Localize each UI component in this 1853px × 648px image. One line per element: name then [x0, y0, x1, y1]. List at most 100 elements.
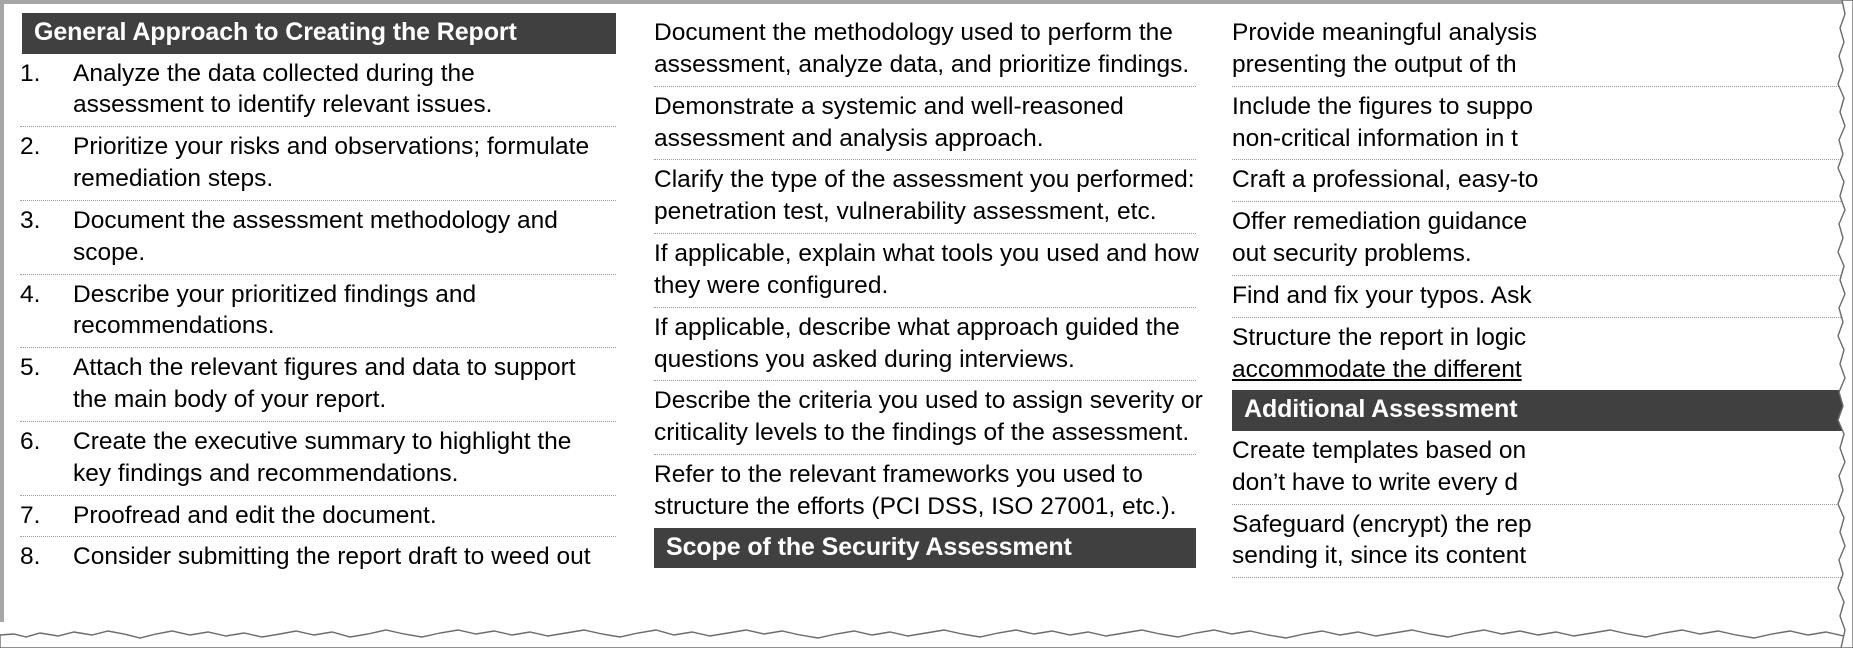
- list-item-text: Analyze the data collected during the as…: [73, 58, 616, 122]
- list-item: Offer remediation guidance out security …: [1232, 202, 1853, 276]
- list-item: 1. Analyze the data collected during the…: [20, 54, 616, 128]
- text-line: scope.: [73, 238, 146, 266]
- list-item: 5. Attach the relevant figures and data …: [20, 348, 616, 422]
- text-line: sending it, since its content: [1232, 542, 1527, 570]
- list-item: 4. Describe your prioritized findings an…: [20, 275, 616, 349]
- text-line: penetration test, vulnerability assessme…: [654, 198, 1157, 226]
- list-item-text: If applicable, explain what tools you us…: [654, 238, 1199, 302]
- list-item-text: Document the assessment methodology and …: [73, 205, 616, 269]
- text-line: key findings and recommendations.: [73, 459, 459, 487]
- section-heading-additional-assessment: Additional Assessment: [1232, 390, 1853, 431]
- text-line: presenting the output of th: [1232, 50, 1517, 78]
- list-item-number: 8.: [20, 543, 41, 571]
- text-line: Describe your prioritized findings and: [73, 280, 477, 308]
- text-line: recommendations.: [73, 312, 275, 340]
- list-item-number: 2.: [20, 133, 41, 161]
- list-item-text: Prioritize your risks and observations; …: [73, 131, 616, 195]
- column-middle: Document the methodology used to perform…: [640, 0, 1218, 569]
- list-item: If applicable, explain what tools you us…: [654, 234, 1199, 308]
- list-item-number: 6.: [20, 427, 41, 455]
- list-item: Structure the report in logic accommodat…: [1232, 318, 1853, 391]
- text-line: Provide meaningful analysis: [1232, 19, 1538, 46]
- list-item-text: Create the executive summary to highligh…: [73, 426, 616, 490]
- list-item: 6. Create the executive summary to highl…: [20, 422, 616, 496]
- text-line: criticality levels to the findings of th…: [654, 419, 1190, 447]
- list-item: Find and fix your typos. Ask: [1232, 276, 1853, 318]
- list-item-text: Attach the relevant figures and data to …: [73, 352, 616, 416]
- text-line: structure the efforts (PCI DSS, ISO 2700…: [654, 492, 1177, 520]
- text-line: they were configured.: [654, 271, 889, 299]
- text-line: Prioritize your risks and observations; …: [73, 133, 590, 161]
- text-line: Document the assessment methodology and: [73, 206, 558, 234]
- list-item-text: Offer remediation guidance out security …: [1232, 206, 1853, 270]
- list-item-text: If applicable, describe what approach gu…: [654, 312, 1196, 376]
- list-item: Document the methodology used to perform…: [654, 13, 1196, 87]
- text-line: non-critical information in t: [1232, 124, 1518, 152]
- section-heading-scope-of-security-assessment: Scope of the Security Assessment: [654, 527, 1196, 569]
- column-left: General Approach to Creating the Report …: [0, 0, 640, 578]
- list-item-text: Craft a professional, easy-to: [1232, 164, 1853, 196]
- list-item-number: 5.: [20, 354, 41, 382]
- list-item-text: Create templates based on don’t have to …: [1232, 435, 1853, 499]
- list-item: 7. Proofread and edit the document.: [20, 496, 616, 538]
- text-line: Analyze the data collected during the: [73, 59, 475, 87]
- list-item-number: 7.: [20, 501, 41, 529]
- text-line: Structure the report in logic: [1232, 323, 1527, 351]
- text-line: Include the figures to suppo: [1232, 92, 1534, 120]
- text-line: Create the executive summary to highligh…: [73, 427, 572, 455]
- document-page: General Approach to Creating the Report …: [0, 0, 1853, 648]
- list-item: 3. Document the assessment methodology a…: [20, 201, 616, 275]
- list-item-text: Describe the criteria you used to assign…: [654, 385, 1203, 449]
- list-item-text: Find and fix your typos. Ask: [1232, 280, 1853, 312]
- text-line: out security problems.: [1232, 240, 1472, 268]
- list-item: Include the figures to suppo non-critica…: [1232, 87, 1853, 161]
- list-item: Safeguard (encrypt) the rep sending it, …: [1232, 505, 1853, 579]
- text-line: Document the methodology used to perform…: [654, 19, 1173, 46]
- text-line: assessment to identify relevant issues.: [73, 91, 493, 119]
- list-item-text: Document the methodology used to perform…: [654, 17, 1196, 81]
- text-line: Describe the criteria you used to assign…: [654, 387, 1203, 415]
- text-line: Offer remediation guidance: [1232, 208, 1528, 236]
- list-item-text: Refer to the relevant frameworks you use…: [654, 459, 1196, 523]
- text-line: Craft a professional, easy-to: [1232, 166, 1539, 194]
- list-item: Clarify the type of the assessment you p…: [654, 160, 1196, 235]
- text-line: don’t have to write every d: [1232, 468, 1518, 496]
- three-column-layout: General Approach to Creating the Report …: [0, 0, 1853, 648]
- text-line: Consider submitting the report draft to …: [73, 543, 591, 571]
- list-item-text: Consider submitting the report draft to …: [73, 541, 616, 573]
- list-item-text: Structure the report in logic accommodat…: [1232, 322, 1853, 386]
- list-item-text: Proofread and edit the document.: [73, 500, 616, 532]
- list-item: Create templates based on don’t have to …: [1232, 431, 1853, 505]
- list-item-number: 4.: [20, 280, 41, 308]
- list-item: Describe the criteria you used to assign…: [654, 381, 1203, 456]
- text-line: Create templates based on: [1232, 436, 1527, 464]
- text-line: the main body of your report.: [73, 386, 387, 414]
- text-line-underlined: accommodate the different: [1232, 355, 1522, 383]
- text-line: Safeguard (encrypt) the rep: [1232, 510, 1532, 538]
- list-item: Provide meaningful analysis presenting t…: [1232, 13, 1853, 87]
- list-item-number: 1.: [20, 59, 41, 87]
- column-right: Provide meaningful analysis presenting t…: [1218, 0, 1853, 579]
- list-item-text: Clarify the type of the assessment you p…: [654, 164, 1196, 228]
- list-item-text: Safeguard (encrypt) the rep sending it, …: [1232, 509, 1853, 573]
- text-line: Refer to the relevant frameworks you use…: [654, 461, 1143, 489]
- list-item-text: Provide meaningful analysis presenting t…: [1232, 17, 1853, 81]
- text-line: remediation steps.: [73, 165, 274, 193]
- text-line: If applicable, describe what approach gu…: [654, 313, 1180, 341]
- list-item-text: Demonstrate a systemic and well-reasoned…: [654, 91, 1196, 155]
- text-line: assessment and analysis approach.: [654, 124, 1044, 152]
- text-line: assessment, analyze data, and prioritize…: [654, 50, 1190, 78]
- list-item: Refer to the relevant frameworks you use…: [654, 455, 1196, 528]
- list-item: 8. Consider submitting the report draft …: [20, 537, 616, 578]
- section-heading-general-approach: General Approach to Creating the Report: [22, 13, 616, 54]
- list-item: 2. Prioritize your risks and observation…: [20, 127, 616, 201]
- text-line: Demonstrate a systemic and well-reasoned: [654, 92, 1124, 120]
- list-item: Craft a professional, easy-to: [1232, 160, 1853, 203]
- list-item: Demonstrate a systemic and well-reasoned…: [654, 87, 1196, 161]
- text-line: Attach the relevant figures and data to …: [73, 354, 576, 382]
- text-line: Clarify the type of the assessment you p…: [654, 166, 1195, 194]
- list-item-number: 3.: [20, 206, 41, 234]
- text-line: If applicable, explain what tools you us…: [654, 240, 1199, 268]
- list-item-text: Describe your prioritized findings and r…: [73, 279, 616, 343]
- text-line: Find and fix your typos. Ask: [1232, 281, 1532, 309]
